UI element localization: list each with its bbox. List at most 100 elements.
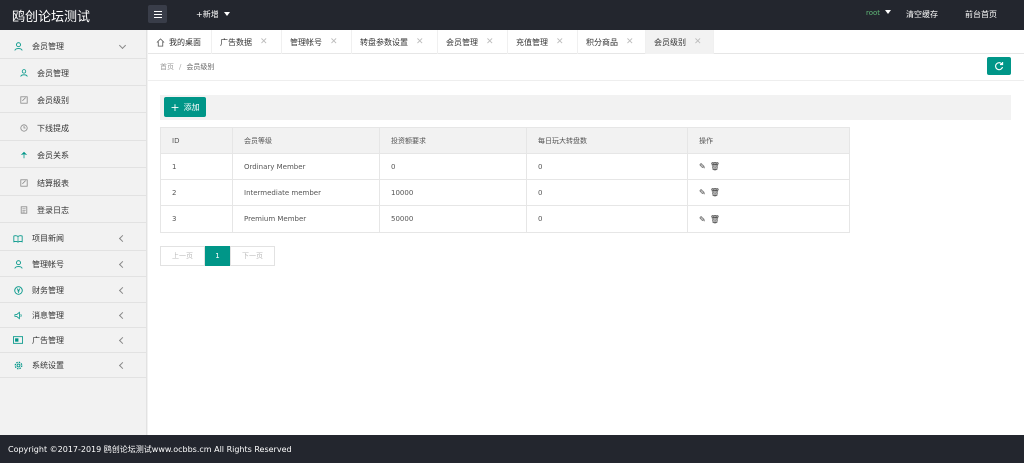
- cell-investment: 50000: [380, 206, 527, 232]
- cell-investment: 10000: [380, 180, 527, 205]
- cell-level: Intermediate member: [233, 180, 380, 205]
- speaker-icon: [13, 310, 23, 320]
- chevron-left-icon: [118, 234, 127, 243]
- sidebar-group-messages[interactable]: 消息管理: [0, 303, 147, 328]
- chevron-left-icon: [118, 361, 127, 370]
- ad-icon: [13, 335, 23, 345]
- clear-cache-link[interactable]: 清空缓存: [906, 9, 938, 20]
- page-number-current[interactable]: 1: [205, 246, 230, 266]
- main-content: 首页 / 会员级别 + 添加 ID 会员等级 投资额要求 每日玩大转盘数 操作 1 O…: [148, 54, 1024, 435]
- tab-wheel-settings[interactable]: 转盘参数设置 ✕: [352, 30, 438, 54]
- copyright-text: Copyright ©2017-2019 鸥创论坛测试www.ocbbs.cm …: [8, 444, 292, 454]
- sidebar-item-label: 登录日志: [37, 205, 69, 215]
- caret-down-icon: [885, 10, 892, 14]
- breadcrumb-home[interactable]: 首页: [160, 63, 174, 71]
- home-icon: [156, 37, 165, 47]
- cell-daily-spins: 0: [527, 154, 688, 179]
- close-icon[interactable]: ✕: [486, 37, 494, 47]
- sidebar-item-login-log[interactable]: 登录日志: [0, 198, 147, 223]
- new-menu[interactable]: +新增: [196, 9, 230, 20]
- sidebar-group-news[interactable]: 项目新闻: [0, 226, 147, 251]
- cell-id: 2: [161, 180, 233, 205]
- sidebar-group-settings[interactable]: 系统设置: [0, 353, 147, 378]
- chevron-left-icon: [118, 336, 127, 345]
- tab-member-manage[interactable]: 会员管理 ✕: [438, 30, 508, 54]
- edit-icon[interactable]: ✎: [699, 215, 706, 224]
- chevron-left-icon: [118, 311, 127, 320]
- log-icon: [19, 205, 29, 215]
- cell-daily-spins: 0: [527, 180, 688, 205]
- sidebar-item-relations[interactable]: 会员关系: [0, 143, 147, 168]
- delete-icon[interactable]: 🗑: [710, 215, 720, 224]
- tab-label: 广告数据: [220, 37, 252, 47]
- next-page-button[interactable]: 下一页: [230, 246, 275, 266]
- tab-label: 会员级别: [654, 37, 686, 47]
- edit-icon: [19, 178, 29, 188]
- yen-icon: [13, 285, 23, 295]
- table-row: 1 Ordinary Member 0 0 ✎ 🗑: [161, 154, 849, 180]
- delete-icon[interactable]: 🗑: [710, 188, 720, 197]
- user-icon: [13, 259, 23, 269]
- menu-toggle-button[interactable]: [148, 5, 167, 23]
- close-icon[interactable]: ✕: [626, 37, 634, 47]
- prev-page-button[interactable]: 上一页: [160, 246, 205, 266]
- sidebar-item-label: 广告管理: [32, 335, 64, 345]
- edit-icon: [19, 95, 29, 105]
- refresh-icon: [995, 62, 1004, 71]
- toolbar: + 添加: [160, 95, 1011, 120]
- sidebar: 会员管理 会员管理 会员级别 下线提成 会员关系 结算报表 登录日志 项目新闻 …: [0, 30, 147, 435]
- sidebar-item-member-level[interactable]: 会员级别: [0, 88, 147, 113]
- close-icon[interactable]: ✕: [416, 37, 424, 47]
- tab-member-level[interactable]: 会员级别 ✕: [646, 30, 714, 54]
- user-icon: [19, 68, 29, 78]
- sidebar-group-member[interactable]: 会员管理: [0, 34, 147, 59]
- add-button[interactable]: + 添加: [164, 97, 206, 117]
- sidebar-item-label: 系统设置: [32, 360, 64, 370]
- breadcrumb-current: 会员级别: [186, 63, 215, 71]
- sidebar-group-ads[interactable]: 广告管理: [0, 328, 147, 353]
- username: root: [866, 9, 881, 17]
- tab-label: 充值管理: [516, 37, 548, 47]
- sidebar-group-admin[interactable]: 管理帐号: [0, 252, 147, 277]
- sidebar-item-commission[interactable]: 下线提成: [0, 116, 147, 141]
- table-row: 2 Intermediate member 10000 0 ✎ 🗑: [161, 180, 849, 206]
- column-header-level: 会员等级: [233, 128, 380, 153]
- edit-icon[interactable]: ✎: [699, 162, 706, 171]
- user-menu[interactable]: root: [866, 9, 892, 17]
- refresh-button[interactable]: [987, 57, 1011, 75]
- sidebar-item-label: 消息管理: [32, 310, 64, 320]
- pagination: 上一页 1 下一页: [160, 246, 275, 266]
- sidebar-item-member-manage[interactable]: 会员管理: [0, 61, 147, 86]
- cell-daily-spins: 0: [527, 206, 688, 232]
- column-header-investment: 投资额要求: [380, 128, 527, 153]
- delete-icon[interactable]: 🗑: [710, 162, 720, 171]
- chevron-left-icon: [118, 286, 127, 295]
- top-bar: 鸥创论坛测试 +新增 root 清空缓存 前台首页: [0, 0, 1024, 30]
- tab-ad-data[interactable]: 广告数据 ✕: [212, 30, 282, 54]
- close-icon[interactable]: ✕: [260, 37, 268, 47]
- tab-admin-accounts[interactable]: 管理帐号 ✕: [282, 30, 352, 54]
- sidebar-item-label: 结算报表: [37, 178, 69, 188]
- tab-recharge[interactable]: 充值管理 ✕: [508, 30, 578, 54]
- tab-points-goods[interactable]: 积分商品 ✕: [578, 30, 646, 54]
- sidebar-item-label: 会员关系: [37, 150, 69, 160]
- tab-label: 积分商品: [586, 37, 618, 47]
- edit-icon[interactable]: ✎: [699, 188, 706, 197]
- book-icon: [13, 233, 23, 243]
- sidebar-item-label: 会员级别: [37, 95, 69, 105]
- breadcrumb-separator: /: [179, 63, 182, 71]
- close-icon[interactable]: ✕: [556, 37, 564, 47]
- cell-level: Premium Member: [233, 206, 380, 232]
- tab-label: 会员管理: [446, 37, 478, 47]
- front-page-link[interactable]: 前台首页: [965, 9, 997, 20]
- gear-icon: [13, 360, 23, 370]
- cell-actions: ✎ 🗑: [688, 154, 849, 179]
- footer: Copyright ©2017-2019 鸥创论坛测试www.ocbbs.cm …: [0, 435, 1024, 463]
- tab-desktop[interactable]: 我的桌面: [148, 30, 212, 54]
- user-icon: [13, 41, 23, 51]
- sidebar-group-finance[interactable]: 财务管理: [0, 278, 147, 303]
- close-icon[interactable]: ✕: [330, 37, 338, 47]
- close-icon[interactable]: ✕: [694, 37, 702, 47]
- logo: 鸥创论坛测试: [12, 10, 91, 25]
- sidebar-item-report[interactable]: 结算报表: [0, 171, 147, 196]
